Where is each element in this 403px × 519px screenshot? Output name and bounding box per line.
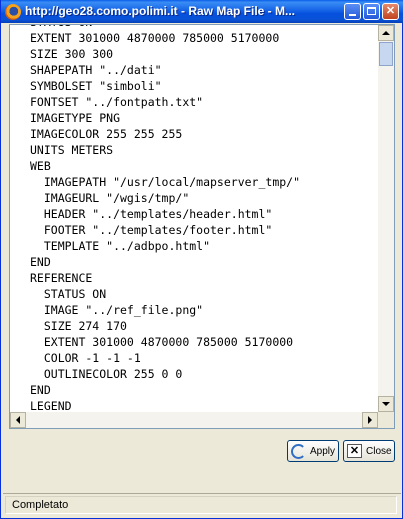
scrollbar-corner [378,412,394,428]
code-line: STATUS ON [30,287,107,301]
arrow-down-icon [382,402,390,406]
arrow-right-icon [368,416,372,424]
minimize-icon [349,14,356,16]
status-bar: Completato [3,493,401,515]
scroll-right-button[interactable] [362,412,378,428]
code-line: FOOTER "../templates/footer.html" [30,223,273,237]
raw-map-file-window: http://geo28.como.polimi.it - Raw Map Fi… [0,0,403,519]
horizontal-scrollbar[interactable] [10,412,378,428]
code-line: COLOR -1 -1 -1 [30,351,141,365]
code-line: WEB [30,159,51,173]
code-line: EXTENT 301000 4870000 785000 5170000 [30,335,294,349]
code-line: SIZE 300 300 [30,47,114,61]
code-line: IMAGEPATH "/usr/local/mapserver_tmp/" [30,175,301,189]
minimize-button[interactable] [344,3,361,20]
code-line: LEGEND [30,399,72,412]
vertical-scroll-thumb[interactable] [379,42,393,66]
code-line: EXTENT 301000 4870000 785000 5170000 [30,31,280,45]
code-line: SIZE 274 170 [30,319,127,333]
code-line: SYMBOLSET "simboli" [30,79,162,93]
code-line: END [30,255,51,269]
code-line: IMAGETYPE PNG [30,111,121,125]
window-title: http://geo28.como.polimi.it - Raw Map Fi… [25,4,296,18]
code-line: OUTLINECOLOR 255 0 0 [30,367,183,381]
close-window-button[interactable]: ✕ [382,3,399,20]
code-line: HEADER "../templates/header.html" [30,207,273,221]
apply-button[interactable]: Apply [287,440,339,462]
arrow-left-icon [16,416,20,424]
code-line: IMAGE "../ref_file.png" [30,303,204,317]
title-bar[interactable]: http://geo28.como.polimi.it - Raw Map Fi… [1,0,403,23]
code-content: STATUS ON EXTENT 301000 4870000 785000 51… [30,25,300,412]
apply-button-label: Apply [310,445,336,457]
apply-refresh-icon [291,443,306,459]
code-line: REFERENCE [30,271,93,285]
close-button-label: Close [366,445,392,457]
maximize-icon [367,7,376,15]
code-line: UNITS METERS [30,143,114,157]
maximize-button[interactable] [363,3,380,20]
code-line: FONTSET "../fontpath.txt" [30,95,204,109]
code-line: TEMPLATE "../adbpo.html" [30,239,211,253]
map-file-viewer: STATUS ON EXTENT 301000 4870000 785000 51… [9,24,395,429]
close-button[interactable]: ✕ Close [343,440,395,462]
close-box-icon: ✕ [347,444,362,458]
code-line: END [30,383,51,397]
status-text: Completato [12,499,69,511]
scroll-down-button[interactable] [378,396,394,412]
scroll-up-button[interactable] [378,25,394,41]
code-text-area[interactable]: STATUS ON EXTENT 301000 4870000 785000 51… [10,25,378,412]
close-x-icon: ✕ [385,5,396,17]
firefox-logo-icon [5,4,21,20]
code-line: IMAGECOLOR 255 255 255 [30,127,183,141]
arrow-up-icon [382,31,390,35]
code-line: IMAGEURL "/wgis/tmp/" [30,191,190,205]
scroll-left-button[interactable] [10,412,26,428]
vertical-scrollbar[interactable] [378,25,394,412]
code-line: SHAPEPATH "../dati" [30,63,162,77]
